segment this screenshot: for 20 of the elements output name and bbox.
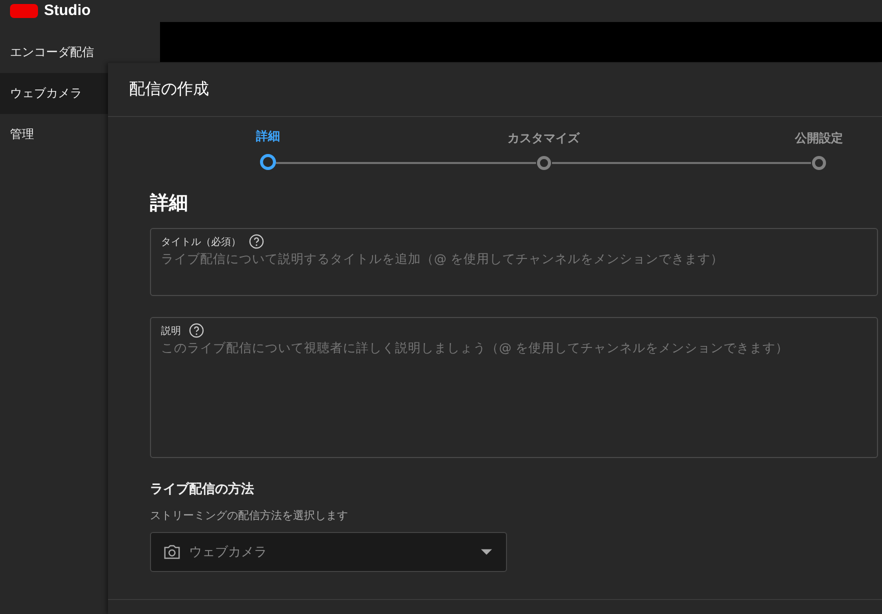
text-field[interactable]: 説明 このライブ配信について視聴者に詳しく説明しましょう（@ を使用してチャンネルをメンションできます） bbox=[150, 317, 878, 458]
step-label[interactable]: 詳細 bbox=[256, 128, 280, 145]
logo-text: Studio bbox=[44, 3, 91, 19]
field-label: タイトル（必須） bbox=[161, 236, 241, 248]
camera-icon bbox=[163, 544, 181, 560]
help-icon[interactable] bbox=[249, 234, 264, 249]
step-label[interactable]: 公開設定 bbox=[795, 130, 843, 147]
step-label[interactable]: カスタマイズ bbox=[508, 130, 580, 147]
method-dropdown[interactable]: ウェブカメラ bbox=[150, 532, 507, 572]
caret-icon bbox=[481, 549, 492, 555]
text-input[interactable]: ライブ配信について説明するタイトルを追加（@ を使用してチャンネルをメンションできます） bbox=[161, 251, 867, 271]
section-heading: 詳細 bbox=[150, 191, 189, 216]
logo-icon bbox=[10, 4, 38, 18]
method-heading: ライブ配信の方法 bbox=[150, 480, 255, 498]
sidebar-item[interactable]: エンコーダ配信 bbox=[0, 32, 160, 73]
method-subtitle: ストリーミングの配信方法を選択します bbox=[150, 508, 349, 523]
text-field[interactable]: タイトル（必須） ライブ配信について説明するタイトルを追加（@ を使用してチャンネルをメンションできます） bbox=[150, 228, 878, 296]
help-icon[interactable] bbox=[189, 323, 204, 338]
text-input[interactable]: このライブ配信について視聴者に詳しく説明しましょう（@ を使用してチャンネルをメンションできます） bbox=[161, 340, 867, 360]
field-label: 説明 bbox=[161, 324, 181, 338]
